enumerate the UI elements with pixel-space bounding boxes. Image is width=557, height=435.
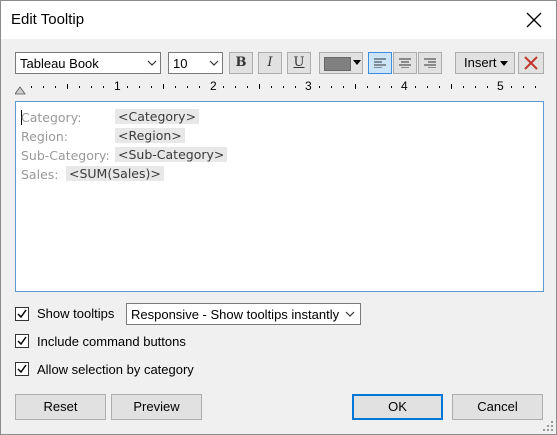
ruler-tick <box>439 86 440 88</box>
ruler-tick <box>367 86 368 88</box>
italic-button[interactable]: I <box>258 52 282 74</box>
ruler-tick <box>43 86 44 88</box>
ruler-tick <box>535 86 536 88</box>
color-swatch <box>324 57 351 71</box>
ruler-tick <box>247 86 248 88</box>
ruler-number: 2 <box>210 79 217 93</box>
font-size-value: 10 <box>173 56 188 71</box>
ruler-tick <box>451 84 452 89</box>
tooltip-mode-select[interactable]: Responsive - Show tooltips instantly <box>126 303 361 325</box>
checkmark-icon <box>17 364 27 374</box>
ruler-number: 3 <box>305 79 312 93</box>
ruler-tick <box>355 84 356 89</box>
tooltip-editor[interactable]: Category: <Category> Region: <Region> Su… <box>15 101 544 292</box>
ruler-tick <box>67 84 68 89</box>
ruler-tick <box>379 86 380 88</box>
ruler-number: 4 <box>401 79 408 93</box>
ruler-tick <box>391 86 392 88</box>
text-color-picker[interactable] <box>319 52 363 74</box>
clear-x-icon <box>524 56 538 70</box>
ruler-tick <box>295 86 296 88</box>
preview-button[interactable]: Preview <box>111 394 202 420</box>
checkmark-icon <box>17 309 27 319</box>
field-token-region[interactable]: <Region> <box>115 128 185 143</box>
bold-button[interactable]: B <box>229 52 253 74</box>
close-icon[interactable] <box>522 8 546 32</box>
ruler-tick <box>511 86 512 88</box>
align-right-icon <box>424 58 436 68</box>
chevron-down-icon <box>209 60 219 66</box>
align-center-button[interactable] <box>393 52 417 74</box>
ruler-tick <box>55 86 56 88</box>
allow-selection-label: Allow selection by category <box>37 362 194 377</box>
checkmark-icon <box>17 336 27 346</box>
show-tooltips-label: Show tooltips <box>37 306 115 321</box>
ruler-tick <box>283 86 284 88</box>
underline-button[interactable]: U <box>287 52 311 74</box>
ruler-tick <box>163 84 164 89</box>
ruler-tick <box>199 86 200 88</box>
ruler-tick <box>103 86 104 88</box>
cancel-button[interactable]: Cancel <box>452 394 543 420</box>
show-tooltips-checkbox[interactable] <box>15 307 29 321</box>
chevron-down-icon <box>147 60 157 66</box>
ruler-tick <box>139 86 140 88</box>
ruler-tick <box>91 86 92 88</box>
edit-tooltip-dialog: Edit Tooltip Tableau Book 10 B I U Inser… <box>0 0 557 435</box>
ruler-tick <box>127 86 128 88</box>
ruler-tick <box>151 86 152 88</box>
ruler: 1 2 3 4 5 <box>15 78 544 96</box>
dialog-title: Edit Tooltip <box>11 11 85 28</box>
clear-button[interactable] <box>518 52 544 74</box>
align-center-icon <box>399 58 411 68</box>
ruler-tick <box>343 86 344 88</box>
tooltip-label-sales: Sales: <box>21 167 59 182</box>
ruler-tick <box>31 86 32 88</box>
ok-button[interactable]: OK <box>352 394 443 420</box>
font-family-select[interactable]: Tableau Book <box>15 52 161 74</box>
ruler-tick <box>79 86 80 88</box>
font-family-value: Tableau Book <box>20 56 99 71</box>
ruler-tick <box>319 86 320 88</box>
font-size-select[interactable]: 10 <box>168 52 223 74</box>
ruler-tick <box>475 86 476 88</box>
field-token-sub-category[interactable]: <Sub-Category> <box>115 147 228 162</box>
field-token-category[interactable]: <Category> <box>115 109 200 124</box>
tooltip-label-category: Category: <box>21 110 82 125</box>
ruler-tick <box>271 86 272 88</box>
ruler-tick <box>331 86 332 88</box>
ruler-number: 1 <box>114 79 121 93</box>
ruler-tick <box>427 86 428 88</box>
include-command-buttons-label: Include command buttons <box>37 334 186 349</box>
align-left-icon <box>374 58 386 68</box>
align-right-button[interactable] <box>418 52 442 74</box>
ruler-tick <box>487 86 488 88</box>
ruler-tick <box>259 84 260 89</box>
insert-button[interactable]: Insert <box>455 52 515 74</box>
reset-button[interactable]: Reset <box>15 394 106 420</box>
ruler-tick <box>175 86 176 88</box>
caret-down-icon <box>500 61 508 66</box>
allow-selection-checkbox[interactable] <box>15 362 29 376</box>
tooltip-mode-value: Responsive - Show tooltips instantly <box>131 307 340 322</box>
ruler-tick <box>463 86 464 88</box>
ruler-tick <box>523 86 524 88</box>
indent-marker-icon <box>15 86 26 95</box>
ruler-tick <box>187 86 188 88</box>
align-left-button[interactable] <box>368 52 392 74</box>
insert-label: Insert <box>464 55 497 70</box>
chevron-down-icon <box>345 311 355 317</box>
ruler-tick <box>235 86 236 88</box>
tooltip-label-sub-category: Sub-Category: <box>21 148 110 163</box>
caret-down-icon <box>353 60 361 65</box>
ruler-ticks <box>15 84 536 95</box>
include-command-buttons-checkbox[interactable] <box>15 334 29 348</box>
ruler-number: 5 <box>497 79 504 93</box>
resize-grip-icon[interactable] <box>542 420 554 432</box>
ruler-tick <box>223 86 224 88</box>
ruler-tick <box>415 86 416 88</box>
title-bar: Edit Tooltip <box>1 1 556 39</box>
field-token-sales[interactable]: <SUM(Sales)> <box>66 166 164 181</box>
tooltip-label-region: Region: <box>21 129 69 144</box>
